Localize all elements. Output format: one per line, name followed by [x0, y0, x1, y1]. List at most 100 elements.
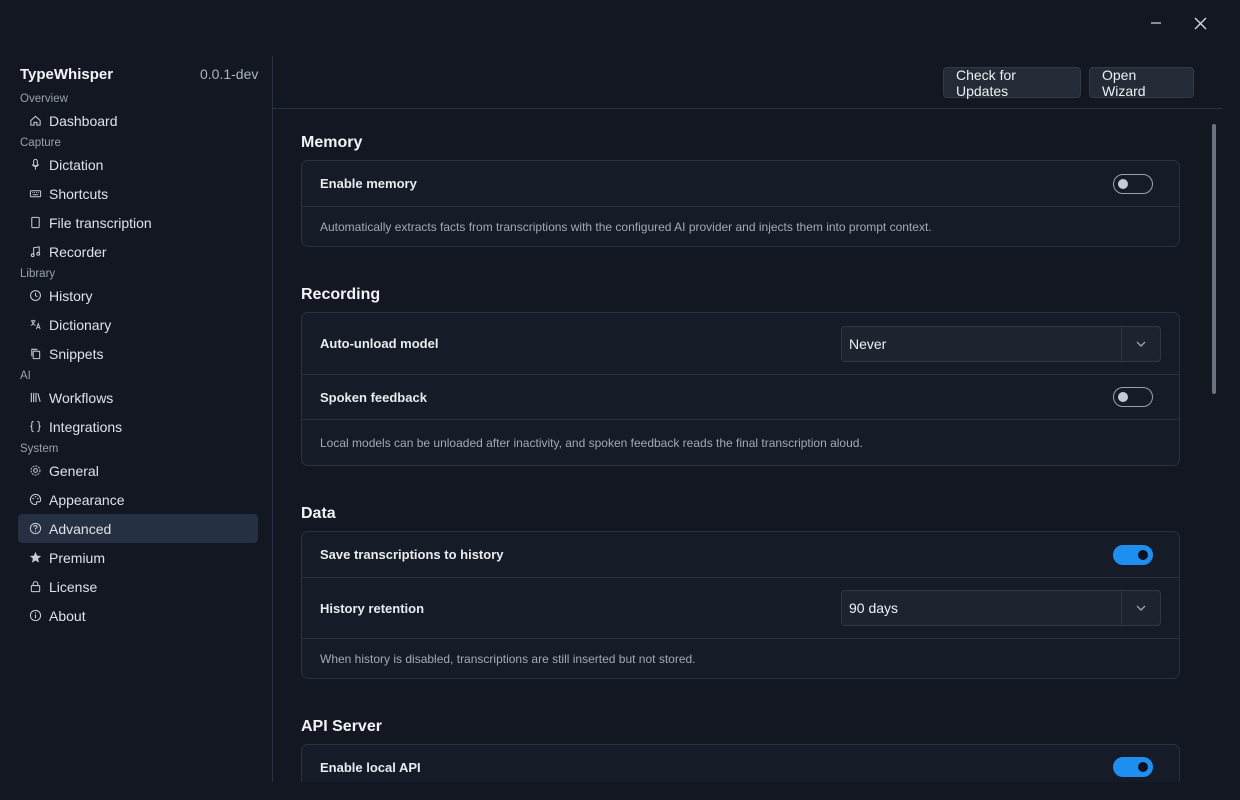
memory-description: Automatically extracts facts from transc… — [320, 220, 932, 234]
sidebar-nav: Overview Dashboard Capture Dictation Shortcu… — [18, 92, 258, 630]
translate-icon — [28, 318, 42, 332]
sidebar-item-workflows[interactable]: Workflows — [18, 383, 258, 412]
braces-icon — [28, 420, 42, 434]
sidebar-item-label: File transcription — [49, 214, 152, 231]
sidebar-item-label: Appearance — [49, 491, 125, 508]
toggle-knob — [1138, 549, 1148, 560]
auto-unload-row: Auto-unload model Never — [302, 313, 1179, 374]
sidebar-item-label: Premium — [49, 549, 106, 566]
save-history-row: Save transcriptions to history — [302, 532, 1179, 577]
sidebar-item-label: History — [49, 287, 93, 304]
sidebar-item-label: Dashboard — [49, 112, 118, 129]
sidebar-item-shortcuts[interactable]: Shortcuts — [18, 179, 258, 208]
data-card: Save transcriptions to history History r… — [301, 531, 1180, 679]
sidebar-item-label: Dictionary — [49, 316, 112, 333]
sidebar-item-license[interactable]: License — [18, 572, 258, 601]
sidebar-item-label: License — [49, 578, 98, 595]
sidebar-item-appearance[interactable]: Appearance — [18, 485, 258, 514]
gear-icon — [28, 464, 42, 478]
sidebar-item-label: Dictation — [49, 156, 104, 173]
history-icon — [28, 289, 42, 303]
auto-unload-value: Never — [849, 335, 887, 352]
nav-section-overview: Overview — [20, 93, 68, 105]
data-description: When history is disabled, transcriptions… — [320, 652, 696, 666]
spoken-feedback-label: Spoken feedback — [320, 389, 427, 405]
sidebar-item-snippets[interactable]: Snippets — [18, 339, 258, 368]
open-wizard-button[interactable]: Open Wizard — [1089, 67, 1194, 99]
nav-section-library: Library — [20, 268, 56, 280]
history-retention-row: History retention 90 days — [302, 578, 1179, 638]
star-icon — [28, 551, 42, 565]
minimize-button[interactable] — [1140, 10, 1172, 36]
file-icon — [28, 216, 42, 230]
save-history-toggle[interactable] — [1113, 544, 1153, 565]
library-icon — [28, 391, 42, 405]
sidebar-item-premium[interactable]: Premium — [18, 543, 258, 572]
microphone-icon — [28, 158, 42, 172]
memory-card: Enable memory Automatically extracts fac… — [301, 160, 1180, 247]
sidebar-item-label: About — [49, 607, 86, 624]
palette-icon — [28, 493, 42, 507]
app-version: 0.0.1-dev — [200, 66, 259, 82]
spoken-feedback-row: Spoken feedback — [302, 375, 1179, 419]
sidebar-item-label: Advanced — [49, 520, 112, 537]
header-divider — [273, 108, 1222, 109]
sidebar-divider — [272, 56, 273, 782]
section-title-api-server: API Server — [301, 718, 382, 735]
home-icon — [28, 114, 42, 128]
chevron-down-icon[interactable] — [1121, 326, 1160, 361]
chevron-down-icon[interactable] — [1121, 591, 1160, 625]
sidebar-item-history[interactable]: History — [18, 281, 258, 310]
copy-icon — [28, 347, 42, 361]
enable-memory-toggle[interactable] — [1113, 173, 1153, 194]
sidebar-item-recorder[interactable]: Recorder — [18, 237, 258, 266]
enable-memory-label: Enable memory — [320, 176, 417, 191]
toggle-knob — [1118, 178, 1128, 189]
spoken-feedback-toggle[interactable] — [1113, 387, 1153, 407]
sidebar-item-dictionary[interactable]: Dictionary — [18, 310, 258, 339]
save-history-label: Save transcriptions to history — [320, 547, 504, 562]
nav-section-system: System — [20, 443, 59, 455]
history-retention-label: History retention — [320, 600, 425, 616]
section-title-recording: Recording — [301, 286, 381, 303]
section-title-memory: Memory — [301, 134, 363, 151]
history-retention-select[interactable]: 90 days — [841, 590, 1161, 626]
sidebar-item-dashboard[interactable]: Dashboard — [18, 106, 258, 135]
sidebar-item-dictation[interactable]: Dictation — [18, 150, 258, 179]
content-scrollbar[interactable] — [1212, 124, 1216, 394]
keyboard-icon — [28, 187, 42, 201]
recording-description: Local models can be unloaded after inact… — [320, 436, 863, 450]
enable-api-toggle[interactable] — [1113, 757, 1153, 777]
help-circle-icon — [28, 522, 42, 536]
enable-memory-row: Enable memory — [302, 161, 1179, 206]
sidebar-item-label: Recorder — [49, 243, 107, 260]
enable-api-row: Enable local API — [302, 745, 1179, 790]
sidebar-item-label: Snippets — [49, 345, 104, 362]
sidebar-item-file-transcription[interactable]: File transcription — [18, 208, 258, 237]
sidebar-item-general[interactable]: General — [18, 456, 258, 485]
data-description-row: When history is disabled, transcriptions… — [302, 639, 1179, 679]
nav-section-ai: AI — [20, 370, 31, 382]
recording-card: Auto-unload model Never Spoken feedback … — [301, 312, 1180, 466]
api-server-card: Enable local API — [301, 744, 1180, 782]
sidebar-item-advanced[interactable]: Advanced — [18, 514, 258, 543]
toggle-knob — [1138, 762, 1148, 772]
music-note-icon — [28, 245, 42, 259]
auto-unload-select[interactable]: Never — [841, 325, 1161, 362]
memory-description-row: Automatically extracts facts from transc… — [302, 207, 1179, 247]
sidebar-item-about[interactable]: About — [18, 601, 258, 630]
nav-section-capture: Capture — [20, 137, 61, 149]
close-button[interactable] — [1184, 10, 1216, 36]
toggle-knob — [1118, 392, 1128, 402]
section-title-data: Data — [301, 505, 336, 522]
sidebar-item-label: Shortcuts — [49, 185, 109, 202]
sidebar-item-label: Integrations — [49, 418, 123, 435]
minimize-icon — [1151, 22, 1161, 24]
sidebar-item-integrations[interactable]: Integrations — [18, 412, 258, 441]
history-retention-value: 90 days — [849, 600, 899, 616]
sidebar-item-label: General — [49, 462, 99, 479]
check-for-updates-button[interactable]: Check for Updates — [943, 67, 1081, 99]
lock-icon — [28, 580, 42, 594]
auto-unload-label: Auto-unload model — [320, 336, 439, 351]
sidebar-item-label: Workflows — [49, 389, 114, 406]
